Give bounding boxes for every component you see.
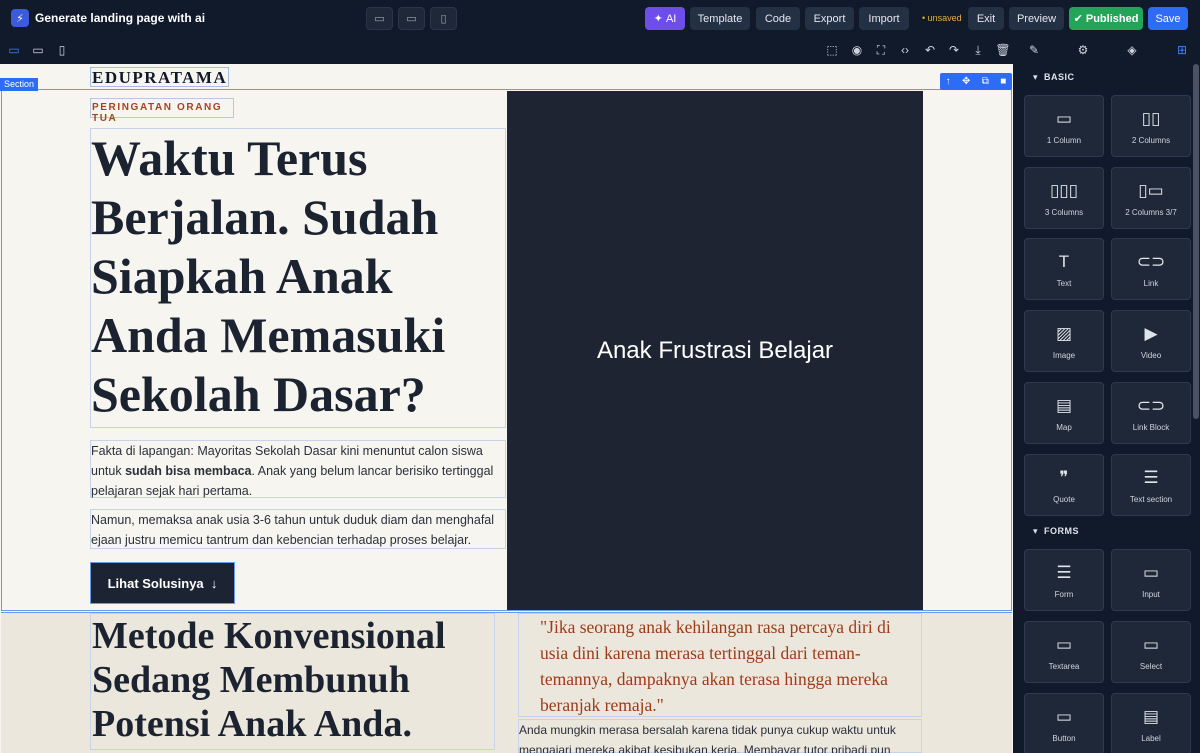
link-icon: ⊂⊃: [1136, 251, 1166, 271]
layers-icon[interactable]: ◈: [1124, 42, 1140, 58]
block-link[interactable]: ⊂⊃ Link: [1111, 238, 1191, 300]
caret-down-icon: ▾: [1033, 526, 1039, 536]
block-input[interactable]: ▭ Input: [1111, 549, 1191, 611]
forms-category-header[interactable]: ▾ FORMS: [1033, 526, 1079, 537]
label-icon: ▤: [1142, 706, 1160, 726]
map-icon: ▤: [1055, 395, 1073, 415]
quote-icon: ❞: [1059, 467, 1069, 487]
canvas-toolbar: ▭ ▭ ▯ ⬚ ◉ ⛶ ‹› ↶ ↷ ⤓ 🗑 ✎ ⚙ ◈ ⊞: [0, 37, 1200, 64]
selection-toolbar: ↑ ✥ ⧉ ■: [940, 73, 1012, 90]
block-2-columns-37[interactable]: ▯▭ 2 Columns 3/7: [1111, 167, 1191, 229]
import-button[interactable]: Import: [859, 7, 909, 30]
undo-icon[interactable]: ↶: [922, 42, 938, 58]
block-label[interactable]: ▤ Label: [1111, 693, 1191, 753]
block-link-block[interactable]: ⊂⊃ Link Block: [1111, 382, 1191, 444]
app-title: Generate landing page with ai: [35, 11, 206, 25]
editor-app: ⚡ Generate landing page with ai ▭ ▭ ▯ ✦ …: [0, 0, 1200, 753]
tablet-icon: ▭: [406, 13, 417, 25]
preview-button[interactable]: Preview: [1009, 7, 1064, 30]
block-text[interactable]: T Text: [1024, 238, 1104, 300]
block-form[interactable]: ☰ Form: [1024, 549, 1104, 611]
mobile-icon: ▯: [440, 13, 447, 25]
hero-image-placeholder[interactable]: Anak Frustrasi Belajar: [507, 91, 923, 610]
block-3-columns[interactable]: ▯▯▯ 3 Columns: [1024, 167, 1104, 229]
block-video[interactable]: ▶ Video: [1111, 310, 1191, 372]
textarea-icon: ▭: [1055, 634, 1073, 654]
check-circle-icon: ✔: [1073, 13, 1083, 25]
hero-paragraph-1[interactable]: Fakta di lapangan: Mayoritas Sekolah Das…: [90, 440, 506, 498]
redo-icon[interactable]: ↷: [946, 42, 962, 58]
export-button[interactable]: Export: [805, 7, 854, 30]
select-icon: ▭: [1142, 634, 1160, 654]
device-mobile-button[interactable]: ▯: [430, 7, 457, 30]
block-select[interactable]: ▭ Select: [1111, 621, 1191, 683]
block-image[interactable]: ▨ Image: [1024, 310, 1104, 372]
trash-icon[interactable]: 🗑: [995, 42, 1011, 58]
unsaved-status: • unsaved: [922, 13, 962, 23]
two-columns-icon: ▯▯: [1141, 108, 1161, 128]
block-quote[interactable]: ❞ Quote: [1024, 454, 1104, 516]
block-1-column[interactable]: ▭ 1 Column: [1024, 95, 1104, 157]
brush-icon[interactable]: ✎: [1026, 42, 1042, 58]
device-tablet-button[interactable]: ▭: [398, 7, 425, 30]
eyebrow-text[interactable]: PERINGATAN ORANG TUA: [90, 98, 234, 124]
delete-icon[interactable]: ■: [1000, 76, 1006, 87]
text-icon: T: [1058, 251, 1070, 271]
cta-button[interactable]: Lihat Solusinya ↓: [90, 562, 235, 604]
video-icon: ▶: [1144, 323, 1158, 343]
outline-toggle-icon[interactable]: ⬚: [824, 42, 840, 58]
sidebar-scrollbar[interactable]: [1193, 64, 1199, 419]
blocks-sidebar: ▾ BASIC ▭ 1 Column ▯▯ 2 Columns ▯▯▯ 3 Colum…: [1013, 64, 1200, 753]
desktop-view-icon[interactable]: ▭: [6, 42, 22, 58]
eye-icon[interactable]: ◉: [849, 42, 865, 58]
bolt-icon: ⚡: [11, 9, 29, 27]
block-text-section[interactable]: ☰ Text section: [1111, 454, 1191, 516]
text-section-icon: ☰: [1143, 467, 1159, 487]
gear-icon[interactable]: ⚙: [1075, 42, 1091, 58]
hero-paragraph-2[interactable]: Namun, memaksa anak usia 3-6 tahun untuk…: [90, 509, 506, 549]
image-icon: ▨: [1055, 323, 1073, 343]
editor-canvas[interactable]: EDUPRATAMA Section ↑ ✥ ⧉ ■ PERINGATAN OR…: [0, 64, 1013, 753]
save-button[interactable]: Save: [1148, 7, 1188, 30]
monitor-icon: ▭: [374, 13, 385, 25]
button-icon: ▭: [1055, 706, 1073, 726]
two-columns-37-icon: ▯▭: [1138, 180, 1164, 200]
device-desktop-button[interactable]: ▭: [366, 7, 393, 30]
template-button[interactable]: Template: [690, 7, 750, 30]
quote-text[interactable]: "Jika seorang anak kehilangan rasa perca…: [518, 613, 922, 717]
download-icon[interactable]: ⤓: [970, 42, 986, 58]
mobile-view-icon[interactable]: ▯: [54, 42, 70, 58]
three-columns-icon: ▯▯▯: [1049, 180, 1079, 200]
problem-paragraph[interactable]: Anda mungkin merasa bersalah karena tida…: [518, 719, 922, 753]
magic-wand-icon: ✦: [653, 13, 663, 25]
hero-headline[interactable]: Waktu Terus Berjalan. Sudah Siapkah Anak…: [90, 128, 506, 428]
code-button[interactable]: Code: [756, 7, 800, 30]
block-map[interactable]: ▤ Map: [1024, 382, 1104, 444]
top-bar: ⚡ Generate landing page with ai ▭ ▭ ▯ ✦ …: [0, 0, 1200, 37]
ai-button[interactable]: ✦ AI: [645, 7, 685, 30]
problem-headline[interactable]: Metode Konvensional Sedang Membunuh Pote…: [90, 613, 495, 750]
code-view-icon[interactable]: ‹›: [897, 42, 913, 58]
brand-logo-text[interactable]: EDUPRATAMA: [90, 67, 230, 87]
basic-category-header[interactable]: ▾ BASIC: [1033, 72, 1075, 83]
tablet-view-icon[interactable]: ▭: [30, 42, 46, 58]
arrow-down-icon: ↓: [210, 575, 218, 591]
block-2-columns[interactable]: ▯▯ 2 Columns: [1111, 95, 1191, 157]
exit-button[interactable]: Exit: [968, 7, 1004, 30]
blocks-icon[interactable]: ⊞: [1174, 42, 1190, 58]
form-icon: ☰: [1056, 562, 1072, 582]
caret-down-icon: ▾: [1033, 72, 1039, 82]
arrow-up-icon[interactable]: ↑: [946, 76, 951, 87]
published-button[interactable]: ✔ Published: [1069, 7, 1143, 30]
copy-icon[interactable]: ⧉: [982, 76, 989, 87]
link-block-icon: ⊂⊃: [1136, 395, 1166, 415]
fullscreen-icon[interactable]: ⛶: [873, 42, 889, 58]
block-button[interactable]: ▭ Button: [1024, 693, 1104, 753]
move-icon[interactable]: ✥: [962, 76, 970, 87]
block-textarea[interactable]: ▭ Textarea: [1024, 621, 1104, 683]
one-column-icon: ▭: [1055, 108, 1073, 128]
section-label-badge: Section: [0, 78, 39, 91]
input-icon: ▭: [1142, 562, 1160, 582]
